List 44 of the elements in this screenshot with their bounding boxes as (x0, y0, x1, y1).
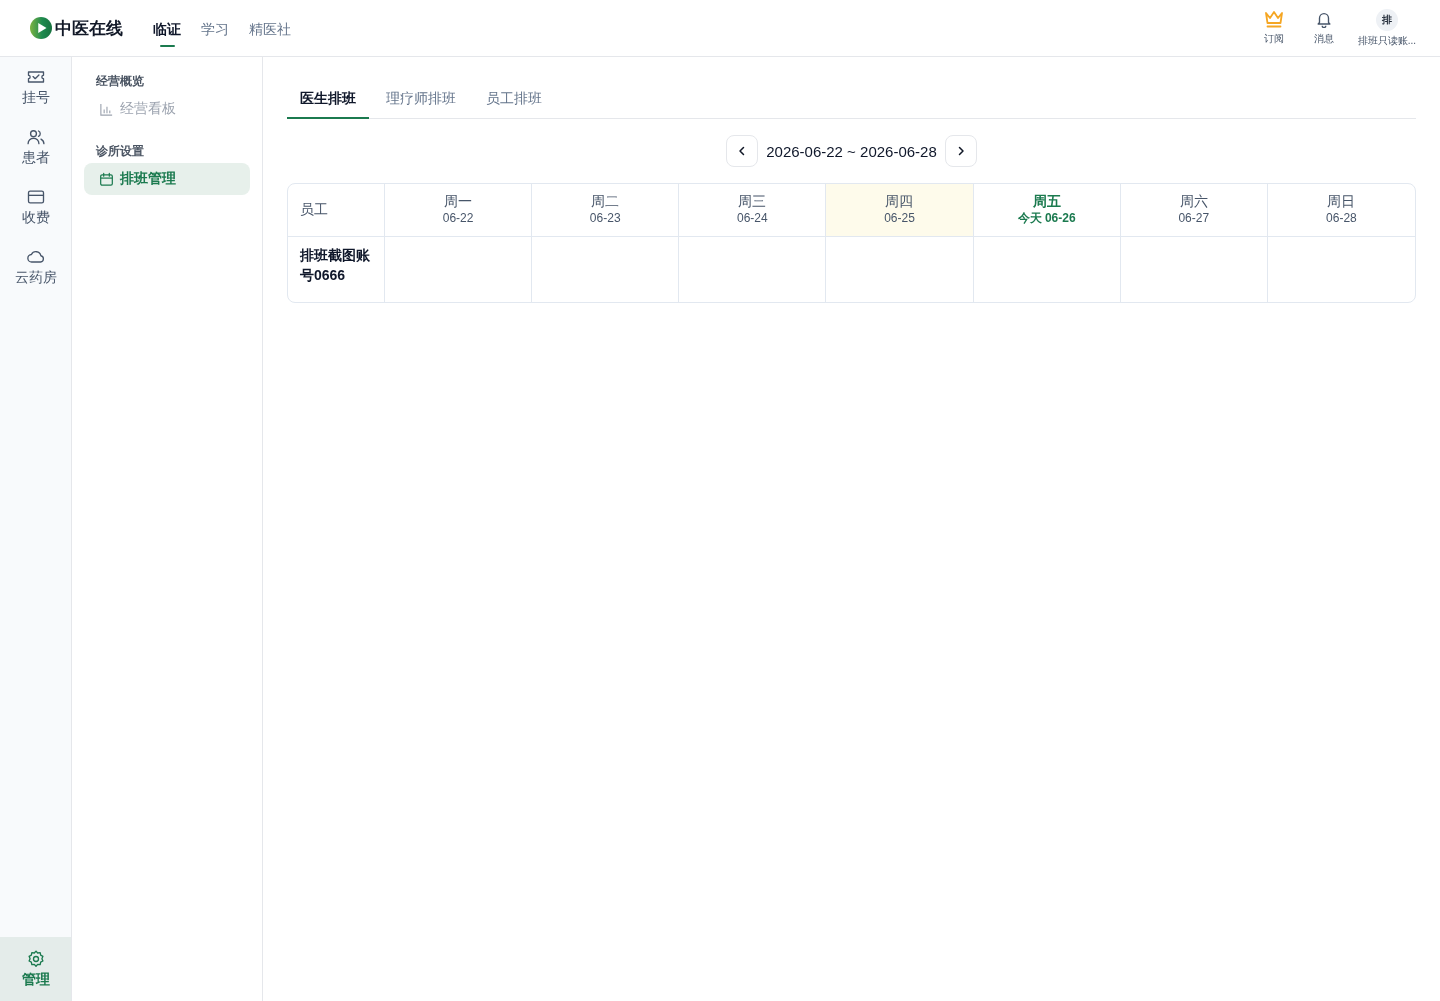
tab[interactable]: 理疗师排班 (373, 81, 469, 119)
date-label: 06-23 (589, 210, 621, 227)
messages-button[interactable]: 消息 (1307, 10, 1340, 46)
tab[interactable]: 医生排班 (287, 81, 369, 119)
date-label: 06-27 (1178, 210, 1210, 227)
logo-icon (30, 17, 52, 39)
weekday-label: 周五 (1032, 193, 1061, 210)
weekday-label: 周二 (591, 193, 620, 210)
column-header: 员工 (288, 184, 385, 237)
rail-item[interactable]: 患者 (0, 117, 71, 177)
subscribe-button[interactable]: 订阅 (1257, 10, 1290, 46)
sidebar-item[interactable]: 排班管理 (84, 163, 250, 195)
date-range: 2026-06-22 ~ 2026-06-28 (766, 142, 937, 160)
previous-week-button[interactable] (726, 135, 759, 167)
employee-cell: 排班截图账号0666 (288, 237, 385, 302)
user-menu-button[interactable]: 排 排班只读账... (1357, 8, 1416, 48)
crown-icon (1263, 10, 1284, 28)
rail-item[interactable]: 收费 (0, 177, 71, 237)
date-label: 06-25 (884, 210, 915, 227)
group-title: 诊所设置 (95, 143, 145, 160)
weekday-label: 周六 (1179, 193, 1208, 210)
nav-tab[interactable]: 学习 (201, 9, 229, 47)
nav-tab[interactable]: 临证 (153, 9, 181, 47)
brand-name: 中医在线 (55, 17, 123, 40)
bar-chart-icon (99, 101, 114, 117)
rail-item[interactable]: 云药房 (0, 237, 71, 297)
date-label: 今天 06-26 (1017, 210, 1076, 227)
rail-item[interactable]: 挂号 (0, 57, 71, 117)
weekday-label: 周四 (885, 193, 914, 210)
rail-item[interactable]: 管理 (0, 937, 71, 1001)
date-label: 06-22 (442, 210, 474, 227)
group-title: 经营概览 (95, 73, 145, 90)
tab[interactable]: 员工排班 (473, 81, 555, 119)
user-avatar: 排 (1375, 8, 1398, 31)
weekday-label: 周三 (738, 193, 767, 210)
date-label: 06-24 (737, 210, 768, 227)
date-label: 06-28 (1326, 210, 1357, 227)
nav-tab[interactable]: 精医社 (249, 9, 291, 47)
settings-icon (25, 949, 46, 969)
weekday-label: 周一 (444, 193, 473, 210)
users-icon (25, 127, 46, 147)
calendar-icon (99, 171, 114, 187)
weekday-label: 周日 (1327, 193, 1356, 210)
next-week-button[interactable] (944, 135, 977, 167)
